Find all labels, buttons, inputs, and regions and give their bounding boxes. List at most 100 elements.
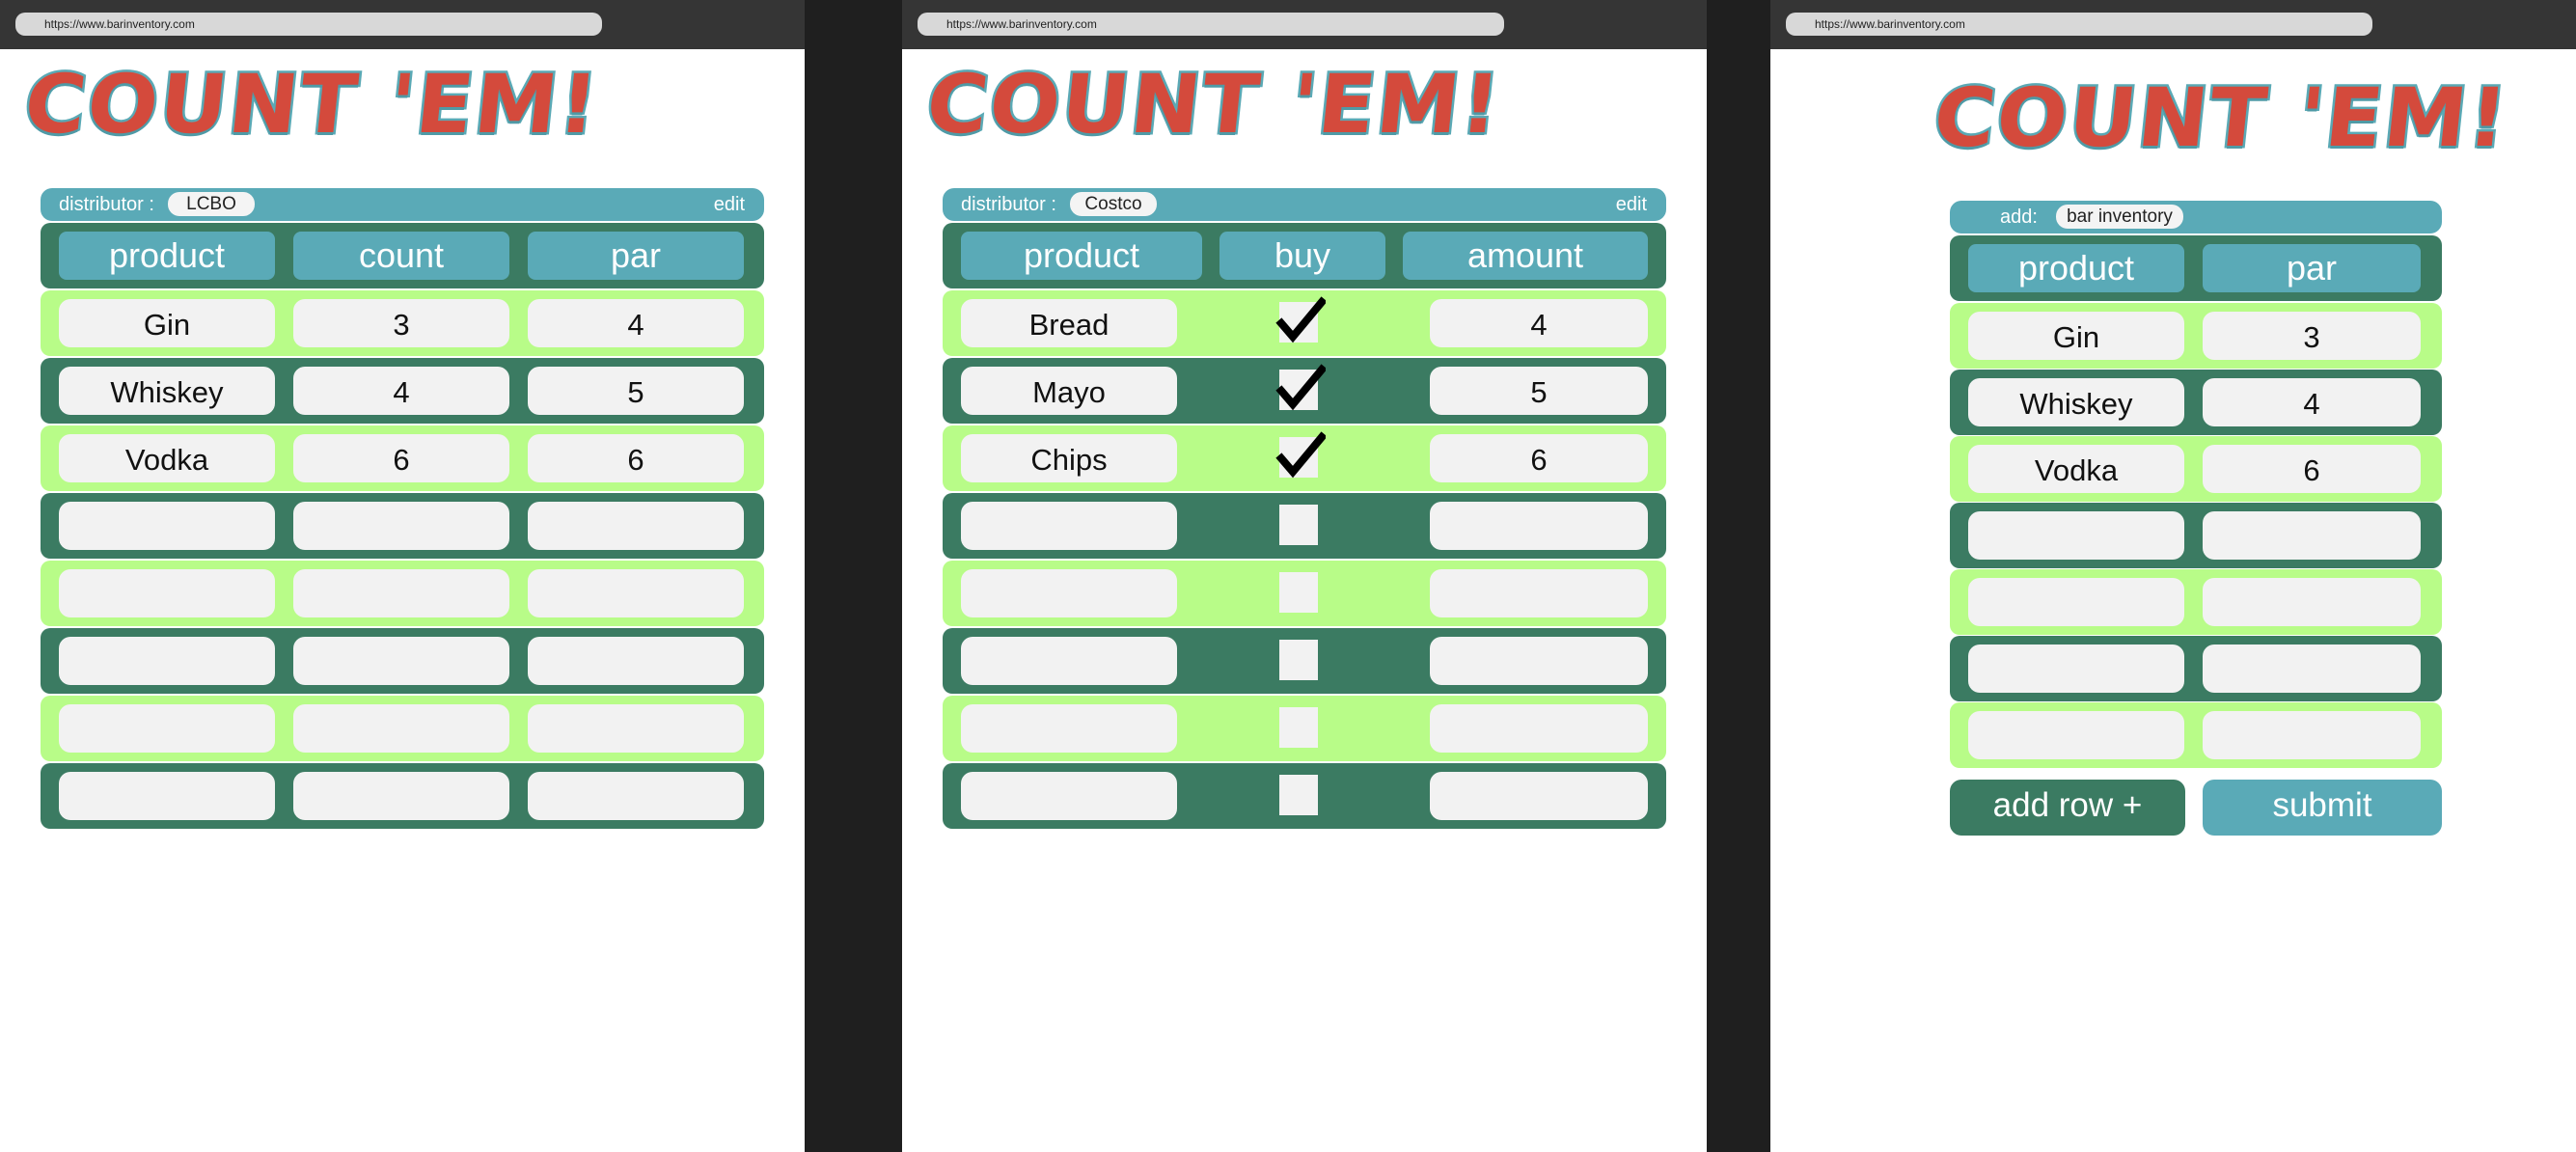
table-row: Gin 3	[1950, 303, 2442, 369]
count-cell[interactable]: 3	[293, 299, 509, 347]
distributor-field[interactable]: Costco	[1070, 192, 1157, 216]
product-cell[interactable]: Gin	[1968, 312, 2184, 360]
par-cell[interactable]: 6	[528, 434, 744, 482]
product-cell[interactable]	[961, 502, 1177, 550]
count-cell[interactable]	[293, 637, 509, 685]
table-row	[41, 493, 764, 559]
par-cell[interactable]	[2203, 645, 2421, 693]
table-header: product par	[1950, 235, 2442, 301]
amount-cell[interactable]: 5	[1430, 367, 1648, 415]
table-row	[943, 493, 1666, 559]
header-par: par	[528, 232, 744, 280]
product-cell[interactable]	[59, 772, 275, 820]
app-logo: COUNT 'EM!	[1927, 68, 2515, 167]
count-screen: https://www.barinventory.com COUNT 'EM! …	[0, 0, 805, 1152]
par-cell[interactable]: 4	[2203, 378, 2421, 426]
count-cell[interactable]	[293, 704, 509, 753]
table-row	[41, 763, 764, 829]
table-row: Vodka 6 6	[41, 425, 764, 491]
header-amount: amount	[1403, 232, 1648, 280]
par-cell[interactable]	[528, 637, 744, 685]
buy-checkbox[interactable]	[1279, 505, 1318, 545]
table-header: product count par	[41, 223, 764, 288]
product-cell[interactable]: Bread	[961, 299, 1177, 347]
table-row	[41, 696, 764, 761]
product-cell[interactable]: Vodka	[1968, 445, 2184, 493]
count-cell[interactable]	[293, 569, 509, 617]
product-cell[interactable]	[1968, 511, 2184, 560]
product-cell[interactable]: Vodka	[59, 434, 275, 482]
product-cell[interactable]	[1968, 711, 2184, 759]
product-cell[interactable]	[1968, 578, 2184, 626]
add-card: add: bar inventory product par Gin 3 Whisk…	[1950, 201, 2442, 837]
table-row: Whiskey 4 5	[41, 358, 764, 424]
buy-checkbox[interactable]	[1279, 707, 1318, 748]
product-cell[interactable]: Whiskey	[59, 367, 275, 415]
header-count: count	[293, 232, 509, 280]
count-cell[interactable]: 4	[293, 367, 509, 415]
distributor-bar: distributor : Costco edit	[943, 188, 1666, 221]
product-cell[interactable]	[1968, 645, 2184, 693]
header-buy: buy	[1219, 232, 1385, 280]
buy-checkbox[interactable]	[1275, 364, 1326, 411]
par-cell[interactable]	[2203, 511, 2421, 560]
distributor-field[interactable]: LCBO	[168, 192, 255, 216]
product-cell[interactable]	[961, 704, 1177, 753]
product-cell[interactable]: Chips	[961, 434, 1177, 482]
amount-cell[interactable]	[1430, 704, 1648, 753]
par-cell[interactable]: 5	[528, 367, 744, 415]
header-par: par	[2203, 244, 2421, 292]
header-product: product	[59, 232, 275, 280]
edit-link[interactable]: edit	[1616, 194, 1647, 216]
amount-cell[interactable]	[1430, 637, 1648, 685]
product-cell[interactable]	[59, 637, 275, 685]
distributor-label: distributor :	[59, 194, 154, 215]
product-cell[interactable]	[59, 704, 275, 753]
par-cell[interactable]: 6	[2203, 445, 2421, 493]
product-cell[interactable]: Whiskey	[1968, 378, 2184, 426]
buy-checkbox[interactable]	[1279, 640, 1318, 680]
count-cell[interactable]: 6	[293, 434, 509, 482]
buy-checkbox[interactable]	[1279, 775, 1318, 815]
url-bar[interactable]: https://www.barinventory.com	[1786, 13, 2372, 36]
product-cell[interactable]	[961, 772, 1177, 820]
add-field[interactable]: bar inventory	[2056, 205, 2183, 229]
table-row: Vodka 6	[1950, 436, 2442, 502]
url-bar[interactable]: https://www.barinventory.com	[918, 13, 1504, 36]
amount-cell[interactable]	[1430, 772, 1648, 820]
check-icon	[1275, 296, 1326, 343]
par-cell[interactable]	[528, 772, 744, 820]
submit-button[interactable]: submit	[2203, 780, 2442, 836]
amount-cell[interactable]: 4	[1430, 299, 1648, 347]
product-cell[interactable]: Mayo	[961, 367, 1177, 415]
amount-cell[interactable]	[1430, 569, 1648, 617]
table-row	[943, 628, 1666, 694]
par-cell[interactable]	[2203, 578, 2421, 626]
product-cell[interactable]	[961, 637, 1177, 685]
edit-link[interactable]: edit	[714, 194, 745, 216]
par-cell[interactable]: 4	[528, 299, 744, 347]
browser-bar: https://www.barinventory.com	[0, 0, 805, 49]
count-cell[interactable]	[293, 502, 509, 550]
par-cell[interactable]	[2203, 711, 2421, 759]
count-cell[interactable]	[293, 772, 509, 820]
product-cell[interactable]	[59, 569, 275, 617]
buy-checkbox[interactable]	[1275, 296, 1326, 343]
product-cell[interactable]	[59, 502, 275, 550]
url-bar[interactable]: https://www.barinventory.com	[15, 13, 602, 36]
buy-checkbox[interactable]	[1275, 431, 1326, 479]
buy-screen: https://www.barinventory.com COUNT 'EM! …	[902, 0, 1707, 1152]
buy-checkbox[interactable]	[1279, 572, 1318, 613]
amount-cell[interactable]: 6	[1430, 434, 1648, 482]
table-row	[1950, 503, 2442, 568]
add-row-button[interactable]: add row +	[1950, 780, 2185, 836]
par-cell[interactable]	[528, 704, 744, 753]
table-row: Chips 6	[943, 425, 1666, 491]
par-cell[interactable]	[528, 502, 744, 550]
product-cell[interactable]	[961, 569, 1177, 617]
product-cell[interactable]: Gin	[59, 299, 275, 347]
par-cell[interactable]	[528, 569, 744, 617]
par-cell[interactable]: 3	[2203, 312, 2421, 360]
amount-cell[interactable]	[1430, 502, 1648, 550]
table-row: Bread 4	[943, 290, 1666, 356]
